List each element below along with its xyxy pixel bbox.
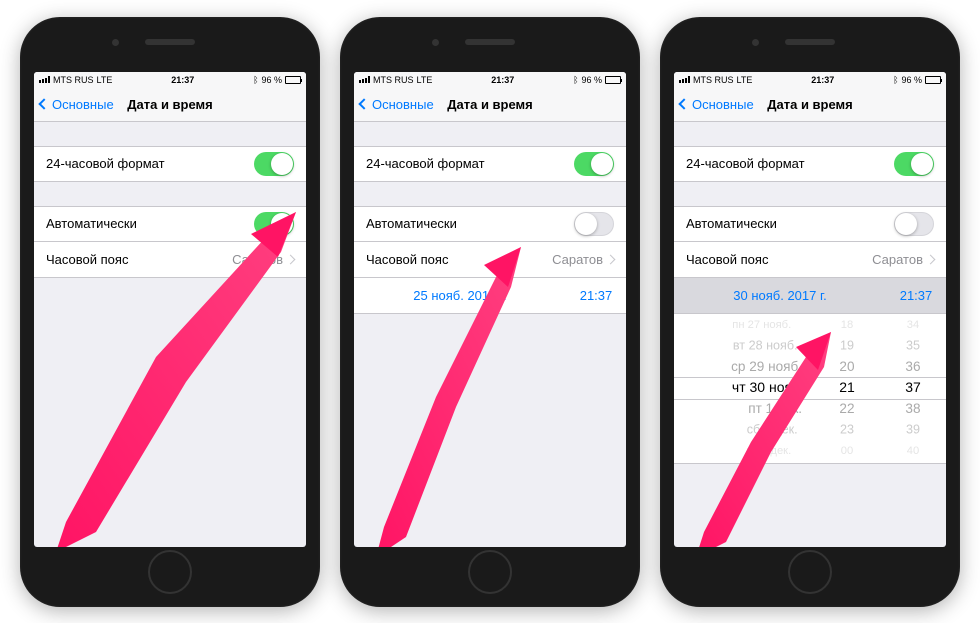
row-label: 24-часовой формат — [686, 156, 894, 171]
time-display: 21:37 — [566, 288, 626, 303]
carrier-label: MTS RUS — [53, 75, 94, 85]
signal-icon — [679, 76, 690, 83]
timezone-value: Саратов — [872, 252, 927, 267]
page-title: Дата и время — [767, 97, 853, 112]
picker-minute-column[interactable]: 34 35 36 37 38 39 40 — [880, 314, 946, 463]
phone-mockup-3: MTS RUS LTE 21:37 ᛒ 96 % Основные Дата и… — [660, 17, 960, 607]
row-timezone[interactable]: Часовой пояс Саратов — [34, 242, 306, 278]
toggle-24h[interactable] — [894, 152, 934, 176]
chevron-left-icon — [358, 98, 369, 109]
screen-1: MTS RUS LTE 21:37 ᛒ 96 % Основные Дата и… — [34, 72, 306, 547]
page-title: Дата и время — [447, 97, 533, 112]
date-display: 25 нояб. 2017 г. — [354, 288, 566, 303]
back-button[interactable]: Основные — [360, 97, 434, 112]
row-label: Автоматически — [686, 216, 894, 231]
chevron-right-icon — [606, 254, 616, 264]
chevron-right-icon — [286, 254, 296, 264]
back-label: Основные — [692, 97, 754, 112]
back-label: Основные — [372, 97, 434, 112]
network-label: LTE — [737, 75, 753, 85]
battery-icon — [285, 76, 301, 84]
bluetooth-icon: ᛒ — [573, 75, 578, 85]
row-timezone[interactable]: Часовой пояс Саратов — [354, 242, 626, 278]
picker-hour-column[interactable]: 18 19 20 21 22 23 00 — [814, 314, 880, 463]
status-bar: MTS RUS LTE 21:37 ᛒ 96 % — [674, 72, 946, 88]
carrier-label: MTS RUS — [693, 75, 734, 85]
battery-percent: 96 % — [581, 75, 602, 85]
status-bar: MTS RUS LTE 21:37 ᛒ 96 % — [34, 72, 306, 88]
carrier-label: MTS RUS — [373, 75, 414, 85]
battery-percent: 96 % — [901, 75, 922, 85]
status-time: 21:37 — [171, 75, 194, 85]
timezone-value: Саратов — [552, 252, 607, 267]
battery-icon — [925, 76, 941, 84]
timezone-value: Саратов — [232, 252, 287, 267]
row-auto: Автоматически — [34, 206, 306, 242]
chevron-right-icon — [926, 254, 936, 264]
back-button[interactable]: Основные — [40, 97, 114, 112]
toggle-auto[interactable] — [254, 212, 294, 236]
row-24h-format: 24-часовой формат — [34, 146, 306, 182]
toggle-auto[interactable] — [574, 212, 614, 236]
picker-day-column[interactable]: пн 27 нояб. вт 28 нояб. ср 29 нояб. чт 3… — [674, 314, 814, 463]
screen-3: MTS RUS LTE 21:37 ᛒ 96 % Основные Дата и… — [674, 72, 946, 547]
row-datetime[interactable]: 30 нояб. 2017 г. 21:37 — [674, 278, 946, 314]
back-label: Основные — [52, 97, 114, 112]
row-label: Автоматически — [46, 216, 254, 231]
toggle-auto[interactable] — [894, 212, 934, 236]
signal-icon — [39, 76, 50, 83]
row-datetime[interactable]: 25 нояб. 2017 г. 21:37 — [354, 278, 626, 314]
signal-icon — [359, 76, 370, 83]
row-label: 24-часовой формат — [46, 156, 254, 171]
row-label: Автоматически — [366, 216, 574, 231]
time-display: 21:37 — [886, 288, 946, 303]
network-label: LTE — [97, 75, 113, 85]
row-label: Часовой пояс — [366, 252, 552, 267]
page-title: Дата и время — [127, 97, 213, 112]
nav-bar: Основные Дата и время — [34, 88, 306, 122]
toggle-24h[interactable] — [574, 152, 614, 176]
status-time: 21:37 — [811, 75, 834, 85]
row-label: Часовой пояс — [686, 252, 872, 267]
bluetooth-icon: ᛒ — [893, 75, 898, 85]
battery-icon — [605, 76, 621, 84]
screen-2: MTS RUS LTE 21:37 ᛒ 96 % Основные Дата и… — [354, 72, 626, 547]
phone-mockup-2: MTS RUS LTE 21:37 ᛒ 96 % Основные Дата и… — [340, 17, 640, 607]
row-24h-format: 24-часовой формат — [354, 146, 626, 182]
date-display: 30 нояб. 2017 г. — [674, 288, 886, 303]
battery-percent: 96 % — [261, 75, 282, 85]
chevron-left-icon — [678, 98, 689, 109]
toggle-24h[interactable] — [254, 152, 294, 176]
network-label: LTE — [417, 75, 433, 85]
datetime-picker[interactable]: пн 27 нояб. вт 28 нояб. ср 29 нояб. чт 3… — [674, 314, 946, 464]
chevron-left-icon — [38, 98, 49, 109]
back-button[interactable]: Основные — [680, 97, 754, 112]
nav-bar: Основные Дата и время — [674, 88, 946, 122]
row-label: Часовой пояс — [46, 252, 232, 267]
status-time: 21:37 — [491, 75, 514, 85]
row-timezone[interactable]: Часовой пояс Саратов — [674, 242, 946, 278]
row-label: 24-часовой формат — [366, 156, 574, 171]
row-auto: Автоматически — [354, 206, 626, 242]
status-bar: MTS RUS LTE 21:37 ᛒ 96 % — [354, 72, 626, 88]
row-auto: Автоматически — [674, 206, 946, 242]
row-24h-format: 24-часовой формат — [674, 146, 946, 182]
phone-mockup-1: MTS RUS LTE 21:37 ᛒ 96 % Основные Дата и… — [20, 17, 320, 607]
bluetooth-icon: ᛒ — [253, 75, 258, 85]
nav-bar: Основные Дата и время — [354, 88, 626, 122]
